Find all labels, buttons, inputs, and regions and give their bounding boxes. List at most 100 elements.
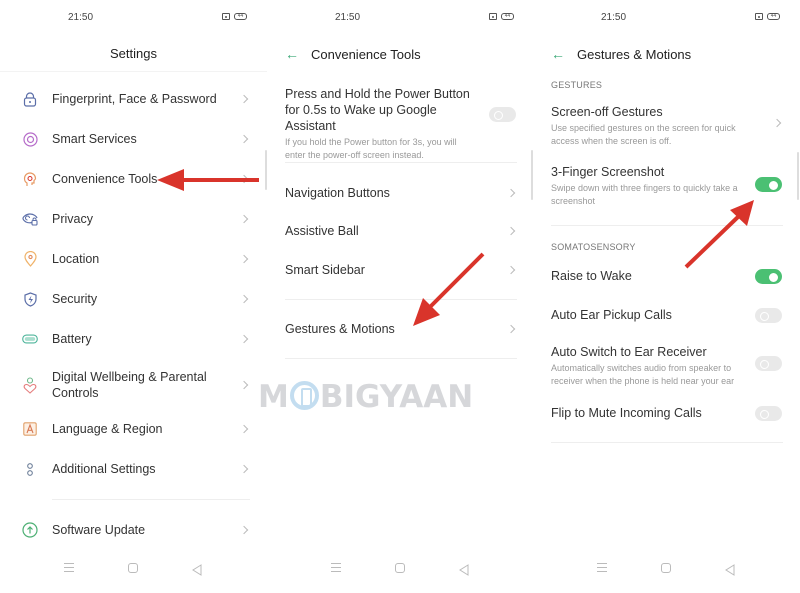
settings-item-fingerprint[interactable]: Fingerprint, Face & Password [0,91,267,107]
phone-logo-icon [289,381,319,410]
settings-item-label: Software Update [52,523,146,537]
item-description: Swipe down with three fingers to quickly… [551,183,738,206]
setting-description: If you hold the Power button for 3s, you… [285,137,457,160]
item-label: Raise to Wake [551,269,632,283]
item-label: Screen-off Gestures Use specified gestur… [551,104,751,147]
raise-to-wake-toggle[interactable] [755,269,782,284]
section-divider [551,225,783,226]
3-finger-screenshot-toggle[interactable] [755,177,782,192]
navigation-bar [533,563,800,577]
navigation-bar [0,563,267,577]
back-nav-button[interactable] [459,563,471,576]
gestures-motions-screen: 21:50 44 ← Gestures & Motions GESTURES S… [533,0,800,593]
back-nav-button[interactable] [725,563,737,576]
settings-item-label: Fingerprint, Face & Password [52,92,217,106]
scrollbar[interactable] [797,152,799,200]
menu-nav-button[interactable] [331,563,343,575]
home-nav-button[interactable] [661,563,671,573]
arrow-up-circle-icon [22,522,38,538]
settings-item-security[interactable]: Security [0,291,267,307]
chevron-right-icon [506,188,516,198]
flip-to-mute-toggle[interactable] [755,406,782,421]
header-divider [0,71,267,72]
status-bar: 21:50 44 [0,12,267,26]
chevron-right-icon [239,254,249,264]
chevron-right-icon [239,525,249,535]
status-bar: 21:50 44 [267,12,534,26]
settings-item-label: Convenience Tools [52,172,158,186]
settings-item-battery[interactable]: Battery [0,331,267,347]
item-label: Assistive Ball [285,224,359,238]
back-nav-button[interactable] [192,563,204,576]
chevron-right-icon [506,265,516,275]
chevron-right-icon [239,174,249,184]
item-auto-ear-pickup: Auto Ear Pickup Calls [533,307,800,323]
settings-item-software-update[interactable]: Software Update [0,522,267,538]
eye-lock-icon [22,211,38,227]
settings-item-additional-settings[interactable]: Additional Settings [0,461,267,477]
page-title: Gestures & Motions [577,46,692,62]
home-nav-button[interactable] [128,563,138,573]
power-button-assistant-setting: Press and Hold the Power Button for 0.5s… [267,86,534,160]
auto-switch-ear-receiver-toggle[interactable] [755,356,782,371]
back-arrow-icon[interactable]: ← [285,47,299,61]
item-3-finger-screenshot: 3-Finger Screenshot Swipe down with thre… [533,164,800,206]
status-time: 21:50 [601,12,627,23]
sim-icon [489,13,497,20]
settings-item-label: Security [52,292,98,306]
settings-item-smart-services[interactable]: Smart Services [0,131,267,147]
item-description: Automatically switches audio from speake… [551,363,735,386]
settings-item-language-region[interactable]: Language & Region [0,421,267,437]
menu-nav-button[interactable] [64,563,76,575]
status-time: 21:50 [335,12,361,23]
section-header-somatosensory: SOMATOSENSORY [551,242,636,252]
section-divider [52,499,250,500]
item-navigation-buttons[interactable]: Navigation Buttons [267,185,534,201]
chevron-right-icon [239,464,249,474]
settings-item-convenience-tools[interactable]: Convenience Tools [0,171,267,187]
status-bar: 21:50 44 [533,12,800,26]
auto-ear-pickup-toggle[interactable] [755,308,782,323]
chevron-right-icon [239,134,249,144]
item-label: Navigation Buttons [285,186,390,200]
chevron-right-icon [239,214,249,224]
power-button-assistant-toggle[interactable] [489,107,516,122]
item-smart-sidebar[interactable]: Smart Sidebar [267,262,534,278]
language-a-icon [22,421,38,437]
settings-item-label: Digital Wellbeing & Parental Controls [52,370,207,400]
settings-item-privacy[interactable]: Privacy [0,211,267,227]
chevron-right-icon [239,380,249,390]
settings-item-location[interactable]: Location [0,251,267,267]
section-divider [285,358,517,359]
person-heart-icon [22,376,38,394]
mobigyaan-watermark: M BIGYAAN [258,379,474,415]
back-arrow-icon[interactable]: ← [551,47,565,61]
chevron-right-icon [239,294,249,304]
sim-icon [755,13,763,20]
menu-nav-button[interactable] [597,563,609,575]
chevron-right-icon [239,334,249,344]
title-bar: ← Gestures & Motions [551,46,800,62]
settings-item-label: Privacy [52,212,93,226]
chevron-right-icon [772,118,782,128]
lock-icon [22,91,38,107]
item-label: 3-Finger Screenshot Swipe down with thre… [551,164,751,207]
item-assistive-ball[interactable]: Assistive Ball [267,223,534,239]
chevron-right-icon [506,324,516,334]
section-divider [285,299,517,300]
settings-screen: 21:50 44 Settings Fingerprint, Face & Pa… [0,0,267,593]
settings-item-label: Location [52,252,100,266]
page-title: Settings [110,46,157,61]
settings-item-label: Additional Settings [52,462,156,476]
settings-item-digital-wellbeing[interactable]: Digital Wellbeing & Parental Controls [0,368,267,402]
home-nav-button[interactable] [395,563,405,573]
item-screen-off-gestures[interactable]: Screen-off Gestures Use specified gestur… [533,104,800,146]
item-gestures-motions[interactable]: Gestures & Motions [267,321,534,337]
item-raise-to-wake: Raise to Wake [533,268,800,284]
settings-item-label: Language & Region [52,422,163,436]
target-icon [22,131,38,147]
section-divider [551,442,783,443]
chevron-right-icon [239,94,249,104]
status-time: 21:50 [68,12,94,23]
battery-icon [22,331,38,347]
